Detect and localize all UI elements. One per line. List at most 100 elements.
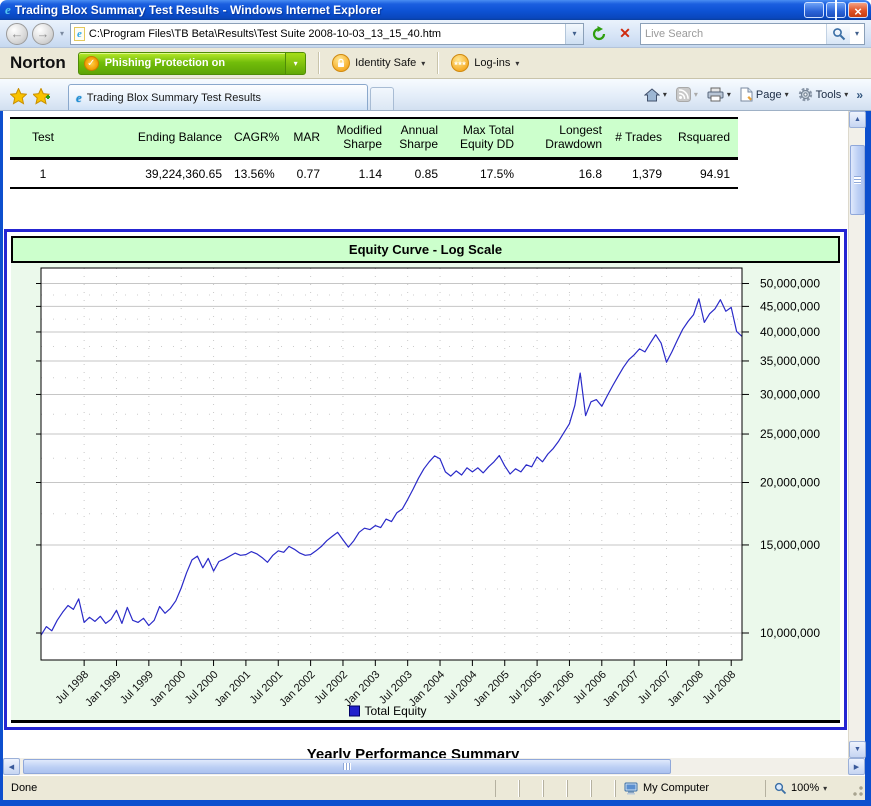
vertical-scroll-thumb[interactable] [850, 145, 865, 215]
phishing-protection-button[interactable]: ✓ Phishing Protection on ▾ [78, 52, 306, 75]
y-axis-label: 50,000,000 [760, 276, 820, 290]
plot-area [41, 268, 742, 660]
favorites-center-button[interactable] [6, 83, 30, 109]
tab-title: Trading Blox Summary Test Results [87, 92, 261, 104]
y-axis-label: 30,000,000 [760, 387, 820, 401]
status-text: Done [3, 782, 495, 794]
horizontal-scroll-thumb[interactable] [23, 759, 671, 774]
back-button[interactable]: ← [6, 23, 28, 45]
logins-asterisk-icon: *** [451, 54, 469, 72]
column-header: CAGR% [230, 118, 282, 158]
lock-icon [332, 54, 350, 72]
x-axis-label: Jul 2008 [700, 668, 738, 706]
x-axis-label: Jan 1999 [83, 668, 123, 708]
rss-feed-icon [676, 87, 691, 102]
y-axis-label: 40,000,000 [760, 325, 820, 339]
table-row: 139,224,360.6513.56%0.771.140.8517.5%16.… [10, 158, 738, 188]
x-axis-label: Jan 2008 [665, 668, 705, 708]
address-dropdown-button[interactable]: ▾ [565, 24, 583, 44]
search-go-button[interactable] [826, 24, 850, 44]
window-title: Trading Blox Summary Test Results - Wind… [15, 3, 804, 17]
home-icon [644, 88, 660, 102]
table-cell: 17.5% [446, 158, 522, 188]
star-icon [10, 88, 27, 105]
y-axis-label: 45,000,000 [760, 299, 820, 313]
norton-logo: Norton [10, 53, 66, 73]
column-header: Annual Sharpe [390, 118, 446, 158]
table-cell: 1 [10, 158, 80, 188]
page-menu-button[interactable]: Page ▾ [737, 85, 792, 104]
zoom-control[interactable]: 100% ▾ [765, 780, 851, 797]
table-cell: 94.91 [670, 158, 738, 188]
y-axis-label: 20,000,000 [760, 475, 820, 489]
refresh-button[interactable] [588, 23, 610, 45]
feeds-button[interactable]: ▾ [673, 85, 701, 104]
x-axis-label: Jan 2000 [148, 668, 188, 708]
new-tab-button[interactable] [370, 87, 394, 110]
forward-button[interactable]: → [32, 23, 54, 45]
security-zone-panel: My Computer [615, 780, 765, 797]
legend-swatch [350, 706, 360, 716]
address-toolbar: ← → ▾ e ▾ ✕ ▾ [0, 20, 871, 48]
forward-arrow-icon: → [37, 26, 50, 41]
logins-dropdown: ▾ [515, 59, 519, 68]
tools-menu-button[interactable]: Tools ▾ [795, 85, 852, 104]
column-header: # Trades [610, 118, 670, 158]
toolbar-separator [318, 52, 320, 74]
stop-button[interactable]: ✕ [614, 23, 636, 45]
x-axis-label: Jan 2005 [471, 668, 511, 708]
minimize-button[interactable] [804, 2, 824, 18]
scroll-down-button[interactable]: ▼ [849, 741, 866, 758]
gear-icon [798, 87, 813, 102]
phishing-dropdown[interactable]: ▾ [285, 53, 305, 74]
my-computer-icon [624, 782, 638, 795]
table-cell: 16.8 [522, 158, 610, 188]
column-header: Modified Sharpe [328, 118, 390, 158]
table-cell: 0.77 [282, 158, 328, 188]
column-header: Ending Balance [80, 118, 230, 158]
search-options-dropdown[interactable]: ▾ [850, 29, 864, 38]
table-cell: 1.14 [328, 158, 390, 188]
vertical-scrollbar[interactable]: ▲ ▼ [848, 111, 865, 758]
y-axis-label: 25,000,000 [760, 427, 820, 441]
x-axis-label: Jan 2002 [277, 668, 317, 708]
recent-pages-dropdown[interactable]: ▾ [60, 29, 64, 38]
column-header: MAR [282, 118, 328, 158]
x-axis-label: Jan 2007 [601, 668, 641, 708]
table-cell: 0.85 [390, 158, 446, 188]
zoom-dropdown: ▾ [823, 784, 827, 793]
identity-safe-button[interactable]: Identity Safe ▾ [332, 54, 425, 72]
address-input[interactable] [89, 28, 565, 40]
window-border-right [865, 20, 871, 806]
print-button[interactable]: ▾ [704, 85, 734, 104]
horizontal-scrollbar[interactable]: ◀ ▶ [3, 758, 865, 775]
scroll-right-button[interactable]: ▶ [848, 758, 865, 775]
status-panel [543, 780, 567, 797]
scroll-up-button[interactable]: ▲ [849, 111, 866, 128]
norton-toolbar: Norton ✓ Phishing Protection on ▾ Identi… [0, 48, 871, 79]
scroll-left-button[interactable]: ◀ [3, 758, 20, 775]
logins-button[interactable]: *** Log-ins ▾ [451, 54, 519, 72]
column-header: Max Total Equity DD [446, 118, 522, 158]
logins-label: Log-ins [474, 57, 510, 69]
resize-grip[interactable] [851, 780, 865, 800]
home-button[interactable]: ▾ [641, 86, 670, 104]
tab-favicon-icon: e [76, 90, 82, 106]
refresh-icon [591, 26, 607, 42]
address-field: e ▾ [70, 23, 584, 45]
tab-trading-blox-results[interactable]: e Trading Blox Summary Test Results [68, 84, 368, 110]
table-cell: 39,224,360.65 [80, 158, 230, 188]
page-content: TestEnding BalanceCAGR%MARModified Sharp… [3, 111, 848, 758]
chart-title: Equity Curve - Log Scale [11, 236, 840, 263]
zoom-level: 100% [791, 782, 819, 794]
search-input[interactable] [641, 28, 826, 40]
x-axis-label: Jan 2001 [213, 668, 253, 708]
command-bar: e Trading Blox Summary Test Results ▾ ▾ [0, 79, 871, 111]
y-axis-label: 15,000,000 [760, 538, 820, 552]
close-button[interactable]: × [848, 2, 868, 18]
maximize-button[interactable] [826, 2, 846, 18]
column-header: Longest Drawdown [522, 118, 610, 158]
toolbar-overflow-button[interactable]: » [854, 88, 865, 102]
add-favorite-button[interactable] [30, 83, 54, 109]
status-panel [567, 780, 591, 797]
